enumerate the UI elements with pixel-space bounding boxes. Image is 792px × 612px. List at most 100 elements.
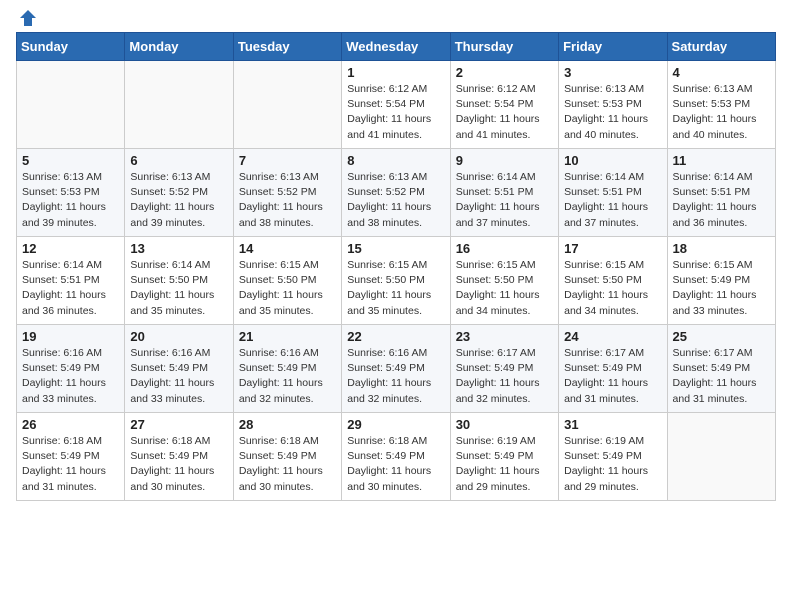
day-info-line: and 36 minutes. — [22, 304, 119, 319]
day-number: 19 — [22, 329, 119, 344]
day-info-line: Daylight: 11 hours — [347, 112, 444, 127]
day-info-line: Sunrise: 6:15 AM — [564, 258, 661, 273]
day-info-line: and 39 minutes. — [22, 216, 119, 231]
day-info-line: and 31 minutes. — [673, 392, 770, 407]
day-info-line: Sunrise: 6:16 AM — [347, 346, 444, 361]
weekday-header-thursday: Thursday — [450, 33, 558, 61]
day-info-line: Sunrise: 6:13 AM — [347, 170, 444, 185]
day-info-line: Sunset: 5:49 PM — [456, 449, 553, 464]
day-info-line: Sunrise: 6:15 AM — [347, 258, 444, 273]
day-info-line: and 35 minutes. — [130, 304, 227, 319]
day-number: 31 — [564, 417, 661, 432]
day-number: 12 — [22, 241, 119, 256]
day-info-line: Sunset: 5:49 PM — [22, 361, 119, 376]
day-cell-16: 16Sunrise: 6:15 AMSunset: 5:50 PMDayligh… — [450, 237, 558, 325]
day-info-line: Sunrise: 6:17 AM — [673, 346, 770, 361]
day-info-line: Daylight: 11 hours — [239, 288, 336, 303]
day-info-line: Sunset: 5:51 PM — [673, 185, 770, 200]
day-info-line: Sunset: 5:54 PM — [456, 97, 553, 112]
day-info-line: Sunrise: 6:13 AM — [22, 170, 119, 185]
day-info-line: Sunrise: 6:15 AM — [239, 258, 336, 273]
day-info-line: Sunrise: 6:15 AM — [456, 258, 553, 273]
day-info-line: Daylight: 11 hours — [130, 464, 227, 479]
day-info-line: Daylight: 11 hours — [673, 200, 770, 215]
day-info-line: Sunset: 5:52 PM — [239, 185, 336, 200]
day-cell-17: 17Sunrise: 6:15 AMSunset: 5:50 PMDayligh… — [559, 237, 667, 325]
day-info-line: and 31 minutes. — [564, 392, 661, 407]
weekday-header-friday: Friday — [559, 33, 667, 61]
day-cell-9: 9Sunrise: 6:14 AMSunset: 5:51 PMDaylight… — [450, 149, 558, 237]
day-number: 9 — [456, 153, 553, 168]
day-info-line: and 30 minutes. — [239, 480, 336, 495]
day-info-line: Sunset: 5:50 PM — [130, 273, 227, 288]
day-info-line: Sunset: 5:50 PM — [564, 273, 661, 288]
day-info-line: Sunrise: 6:16 AM — [130, 346, 227, 361]
day-cell-24: 24Sunrise: 6:17 AMSunset: 5:49 PMDayligh… — [559, 325, 667, 413]
day-info-line: Sunrise: 6:14 AM — [22, 258, 119, 273]
day-info-line: Sunrise: 6:19 AM — [564, 434, 661, 449]
day-cell-11: 11Sunrise: 6:14 AMSunset: 5:51 PMDayligh… — [667, 149, 775, 237]
day-info-line: Sunset: 5:49 PM — [456, 361, 553, 376]
day-cell-3: 3Sunrise: 6:13 AMSunset: 5:53 PMDaylight… — [559, 61, 667, 149]
day-number: 8 — [347, 153, 444, 168]
day-cell-15: 15Sunrise: 6:15 AMSunset: 5:50 PMDayligh… — [342, 237, 450, 325]
day-info-line: Sunset: 5:50 PM — [347, 273, 444, 288]
day-info-line: and 31 minutes. — [22, 480, 119, 495]
day-cell-25: 25Sunrise: 6:17 AMSunset: 5:49 PMDayligh… — [667, 325, 775, 413]
day-info-line: Daylight: 11 hours — [347, 288, 444, 303]
day-number: 16 — [456, 241, 553, 256]
day-info-line: Daylight: 11 hours — [673, 376, 770, 391]
day-info-line: Daylight: 11 hours — [673, 112, 770, 127]
day-info-line: and 32 minutes. — [456, 392, 553, 407]
day-cell-2: 2Sunrise: 6:12 AMSunset: 5:54 PMDaylight… — [450, 61, 558, 149]
day-cell-8: 8 Sunrise: 6:13 AMSunset: 5:52 PMDaylight… — [342, 149, 450, 237]
day-info-line: and 39 minutes. — [130, 216, 227, 231]
weekday-header-sunday: Sunday — [17, 33, 125, 61]
day-info-line: Daylight: 11 hours — [130, 200, 227, 215]
day-number: 2 — [456, 65, 553, 80]
day-info-line: Sunrise: 6:14 AM — [564, 170, 661, 185]
day-info-line: Sunrise: 6:18 AM — [239, 434, 336, 449]
day-info-line: Sunrise: 6:12 AM — [347, 82, 444, 97]
day-number: 14 — [239, 241, 336, 256]
week-row-5: 26Sunrise: 6:18 AMSunset: 5:49 PMDayligh… — [17, 413, 776, 501]
day-info-line: and 40 minutes. — [673, 128, 770, 143]
day-info-line: Sunset: 5:53 PM — [564, 97, 661, 112]
day-cell-5: 5Sunrise: 6:13 AMSunset: 5:53 PMDaylight… — [17, 149, 125, 237]
day-cell-23: 23Sunrise: 6:17 AMSunset: 5:49 PMDayligh… — [450, 325, 558, 413]
day-info-line: Daylight: 11 hours — [564, 200, 661, 215]
day-info-line: and 29 minutes. — [456, 480, 553, 495]
day-info-line: Sunset: 5:49 PM — [673, 361, 770, 376]
day-info-line: Sunset: 5:53 PM — [22, 185, 119, 200]
day-info-line: Sunrise: 6:18 AM — [22, 434, 119, 449]
day-info-line: Sunset: 5:49 PM — [673, 273, 770, 288]
day-info-line: Daylight: 11 hours — [239, 464, 336, 479]
day-info-line: and 40 minutes. — [564, 128, 661, 143]
day-info-line: and 29 minutes. — [564, 480, 661, 495]
day-info-line: Sunset: 5:49 PM — [347, 361, 444, 376]
day-info-line: Sunset: 5:51 PM — [564, 185, 661, 200]
day-info-line: Sunset: 5:52 PM — [347, 185, 444, 200]
day-number: 6 — [130, 153, 227, 168]
day-info-line: Sunrise: 6:13 AM — [130, 170, 227, 185]
day-info-line: Sunrise: 6:12 AM — [456, 82, 553, 97]
day-info-line: and 36 minutes. — [673, 216, 770, 231]
day-info-line: Sunset: 5:49 PM — [347, 449, 444, 464]
day-info-line: Daylight: 11 hours — [347, 200, 444, 215]
day-info-line: and 38 minutes. — [347, 216, 444, 231]
day-cell-26: 26Sunrise: 6:18 AMSunset: 5:49 PMDayligh… — [17, 413, 125, 501]
day-info-line: Sunrise: 6:13 AM — [673, 82, 770, 97]
day-info-line: and 32 minutes. — [239, 392, 336, 407]
day-number: 26 — [22, 417, 119, 432]
day-info-line: Sunrise: 6:18 AM — [347, 434, 444, 449]
day-cell-12: 12Sunrise: 6:14 AMSunset: 5:51 PMDayligh… — [17, 237, 125, 325]
day-info-line: Sunset: 5:49 PM — [130, 361, 227, 376]
day-info-line: Daylight: 11 hours — [22, 288, 119, 303]
weekday-header-monday: Monday — [125, 33, 233, 61]
day-info-line: Daylight: 11 hours — [564, 376, 661, 391]
empty-cell — [667, 413, 775, 501]
day-info-line: and 30 minutes. — [347, 480, 444, 495]
day-info-line: Sunset: 5:49 PM — [239, 449, 336, 464]
day-info-line: Sunset: 5:51 PM — [456, 185, 553, 200]
day-info-line: Daylight: 11 hours — [22, 200, 119, 215]
